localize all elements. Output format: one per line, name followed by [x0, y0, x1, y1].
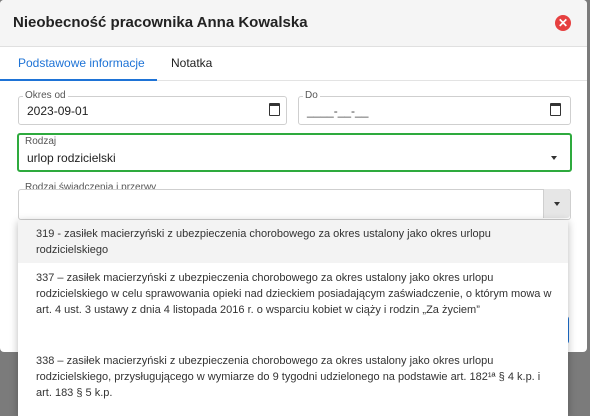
chevron-down-icon[interactable]	[554, 202, 560, 206]
calendar-icon[interactable]	[550, 103, 561, 116]
tab-basic-info[interactable]: Podstawowe informacje	[18, 56, 145, 70]
list-item[interactable]: 338 – zasiłek macierzyński z ubezpieczen…	[18, 347, 568, 416]
date-from-value: 2023-09-01	[27, 104, 89, 118]
chevron-down-icon[interactable]	[551, 156, 557, 160]
active-tab-indicator	[0, 79, 157, 81]
list-item[interactable]: 337 – zasiłek macierzyński z ubezpieczen…	[18, 263, 568, 347]
tab-note[interactable]: Notatka	[171, 56, 212, 70]
benefit-type-select[interactable]	[18, 189, 571, 220]
close-icon[interactable]: ✕	[555, 15, 571, 31]
list-item[interactable]: 319 - zasiłek macierzyński z ubezpieczen…	[18, 220, 568, 263]
benefit-dropdown-button[interactable]	[543, 189, 570, 218]
calendar-icon[interactable]	[269, 103, 280, 116]
option-text: 338 – zasiłek macierzyński z ubezpieczen…	[36, 355, 541, 399]
date-to-value: ____-__-__	[307, 104, 369, 118]
date-from-label: Okres od	[23, 90, 68, 101]
absence-type-label: Rodzaj	[23, 136, 59, 147]
tabs: Podstawowe informacje Notatka	[0, 47, 587, 81]
modal-header: Nieobecność pracownika Anna Kowalska ✕	[0, 0, 587, 47]
absence-type-value: urlop rodzicielski	[27, 151, 116, 165]
benefit-type-dropdown: 319 - zasiłek macierzyński z ubezpieczen…	[18, 220, 568, 416]
option-text: 337 – zasiłek macierzyński z ubezpieczen…	[36, 272, 552, 316]
option-text: 319 - zasiłek macierzyński z ubezpieczen…	[36, 228, 491, 256]
date-to-label: Do	[303, 90, 320, 101]
modal-title: Nieobecność pracownika Anna Kowalska	[13, 14, 308, 31]
